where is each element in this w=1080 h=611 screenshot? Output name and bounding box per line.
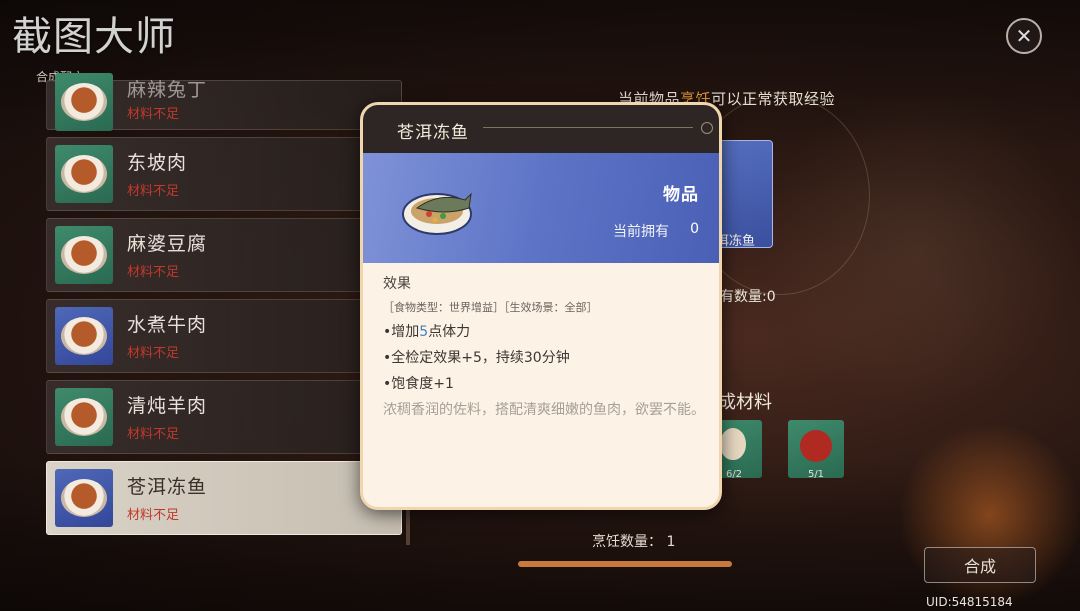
recipe-status: 材料不足 — [127, 265, 180, 280]
item-type: 物品 — [663, 185, 699, 205]
recipe-name: 麻辣兔丁 — [127, 79, 208, 101]
close-button[interactable]: ✕ — [1006, 18, 1042, 54]
cook-quantity: 烹饪数量： 1 — [592, 534, 676, 550]
effect-satiety: •饱食度+1 — [383, 376, 454, 392]
effect-check-bonus: •全检定效果+5，持续30分钟 — [383, 350, 570, 366]
recipe-name: 东坡肉 — [127, 152, 188, 174]
effect-title: 效果 — [383, 276, 411, 292]
item-banner: 物品 当前拥有 0 — [363, 153, 719, 263]
recipe-item-mapo-tofu[interactable]: 麻婆豆腐 材料不足 — [46, 218, 402, 292]
popup-body: 效果 ［食物类型：世界增益］［生效场景：全部］ •增加5点体力 •全检定效果+5… — [383, 273, 713, 421]
material-count: 5/1 — [807, 469, 825, 480]
recipe-status: 材料不足 — [127, 346, 180, 361]
popup-header: 苍洱冻鱼 — [363, 105, 719, 153]
dish-icon — [55, 307, 113, 365]
recipe-name: 苍洱冻鱼 — [127, 476, 208, 498]
owned-label: 当前拥有 — [613, 224, 669, 240]
recipe-item-dongpo-pork[interactable]: 东坡肉 材料不足 — [46, 137, 402, 211]
flavor-text: 浓稠香润的佐料，搭配清爽细嫩的鱼肉，欲罢不能。 — [383, 402, 705, 418]
owned-value: 0 — [690, 221, 699, 237]
recipe-status: 材料不足 — [127, 184, 180, 199]
material-sauce[interactable]: 5/1 — [788, 420, 844, 480]
egg-icon — [720, 428, 746, 460]
close-icon: ✕ — [1015, 24, 1033, 48]
header-divider — [483, 127, 693, 128]
dish-icon — [55, 145, 113, 203]
recipe-name: 清炖羊肉 — [127, 395, 208, 417]
effect-stamina: •增加5点体力 — [383, 324, 471, 340]
sauce-bag-icon — [800, 430, 832, 462]
recipe-item-stewed-lamb[interactable]: 清炖羊肉 材料不足 — [46, 380, 402, 454]
popup-title: 苍洱冻鱼 — [397, 123, 469, 143]
recipe-status: 材料不足 — [127, 107, 180, 122]
recipe-list: 麻辣兔丁 材料不足 东坡肉 材料不足 麻婆豆腐 材料不足 水煮牛肉 材料不足 清… — [46, 73, 402, 542]
effect-tags: ［食物类型：世界增益］［生效场景：全部］ — [383, 301, 598, 314]
recipe-item-mala-rabbit[interactable]: 麻辣兔丁 材料不足 — [46, 73, 402, 131]
watermark: 截图大师 — [12, 14, 176, 60]
fish-dish-icon — [402, 192, 472, 235]
recipe-item-cang-er-fish[interactable]: 苍洱冻鱼 材料不足 — [46, 461, 402, 535]
recipe-name: 水煮牛肉 — [127, 314, 208, 336]
dish-icon — [55, 388, 113, 446]
craft-button[interactable]: 合成 — [924, 547, 1036, 583]
recipe-item-boiled-beef[interactable]: 水煮牛肉 材料不足 — [46, 299, 402, 373]
materials-title: 成材料 — [718, 392, 772, 413]
uid-label: UID:54815184 — [926, 595, 1013, 609]
recipe-name: 麻婆豆腐 — [127, 233, 208, 255]
cook-quantity-slider[interactable] — [518, 561, 732, 567]
recipe-status: 材料不足 — [127, 508, 180, 523]
dish-icon — [55, 226, 113, 284]
dish-icon — [55, 469, 113, 527]
recipe-status: 材料不足 — [127, 427, 180, 442]
own-count: 有数量:0 — [720, 289, 776, 305]
item-detail-popup: 苍洱冻鱼 物品 当前拥有 0 效果 ［食物类型：世界增益］［生效场景：全部］ •… — [360, 102, 722, 510]
dish-icon — [55, 73, 113, 131]
ornament-icon — [701, 122, 713, 134]
